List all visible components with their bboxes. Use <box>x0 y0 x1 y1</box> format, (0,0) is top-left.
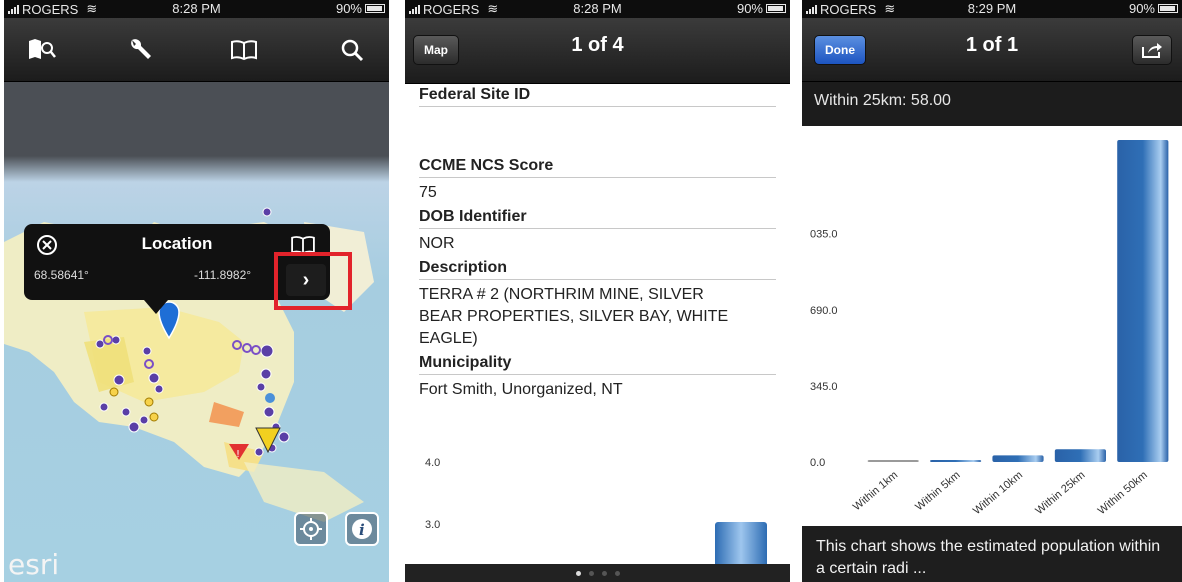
page-title: 1 of 1 <box>965 34 1019 56</box>
bar-within-5km[interactable] <box>930 460 982 462</box>
status-time: 8:29 PM <box>967 1 1017 16</box>
map-screen: ROGERS ≋ 8:28 PM 90% ! Location 68.58641… <box>4 0 389 582</box>
longitude-value: -111.8982° <box>194 268 252 282</box>
map-canvas: ! <box>4 207 374 522</box>
share-icon[interactable] <box>1132 35 1172 65</box>
bar-within-1km[interactable] <box>867 460 919 462</box>
page-dot <box>575 570 581 576</box>
callout-pointer <box>144 300 168 314</box>
x-tick-label: Within 25km <box>1033 469 1087 517</box>
population-bar-chart: 0.0345.0690.0035.0Within 1km Within 5km Wi… <box>810 140 1169 517</box>
field-value: NOR <box>419 235 455 252</box>
svg-text:!: ! <box>236 449 240 460</box>
status-bar: ROGERS ≋ 8:28 PM 90% <box>4 0 389 18</box>
battery-icon <box>766 4 786 13</box>
chart-tooltip: Within 25km: 58.00 <box>802 82 1182 126</box>
x-tick-label: Within 5km <box>913 469 962 513</box>
field-value: TERRA # 2 (NORTHRIM MINE, SILVER BEAR PR… <box>419 286 729 347</box>
status-time: 8:28 PM <box>172 1 221 16</box>
page-dot <box>614 570 620 576</box>
page-title: 1 of 4 <box>571 34 624 56</box>
battery: 90% <box>737 1 786 16</box>
svg-text:i: i <box>359 521 365 539</box>
battery-icon <box>1158 4 1178 13</box>
esri-logo: esri <box>8 548 60 581</box>
field-label: CCME NCS Score <box>419 157 776 178</box>
y-tick-label: 0.0 <box>810 457 825 469</box>
map-toolbar <box>4 18 389 82</box>
status-time: 8:28 PM <box>573 1 622 16</box>
wrench-icon[interactable] <box>122 32 158 68</box>
status-bar: ROGERS ≋ 8:29 PM 90% <box>802 0 1182 18</box>
bar-within-50km[interactable] <box>1117 140 1169 462</box>
field-label: DOB Identifier <box>419 208 776 229</box>
battery-label: 90% <box>335 1 362 16</box>
battery: 90% <box>1129 1 1178 16</box>
battery-icon <box>365 4 385 13</box>
field-value <box>419 107 776 151</box>
field-value: Fort Smith, Unorganized, NT <box>419 381 623 398</box>
bar-within-25km[interactable] <box>1054 449 1106 462</box>
book-icon[interactable] <box>226 32 262 68</box>
page-dot <box>588 570 594 576</box>
detail-screen: ROGERS ≋ 8:28 PM 90% Map 1 of 4 Federal … <box>405 0 790 582</box>
locate-icon[interactable] <box>294 512 328 546</box>
y-tick-label: 3.0 <box>425 519 441 531</box>
status-bar: ROGERS ≋ 8:28 PM 90% <box>405 0 790 18</box>
chart-navbar: Done 1 of 1 <box>802 18 1182 82</box>
latitude-value: 68.58641° <box>34 268 89 282</box>
battery-label: 90% <box>1128 1 1155 16</box>
chart-caption: This chart shows the estimated populatio… <box>802 526 1182 582</box>
search-icon[interactable] <box>334 32 370 68</box>
field-label: Description <box>419 259 776 280</box>
x-tick-label: Within 50km <box>1096 469 1150 517</box>
x-tick-label: Within 10km <box>971 469 1025 517</box>
field-label: Municipality <box>419 354 776 375</box>
y-tick-label: 035.0 <box>810 229 838 241</box>
page-dot <box>601 570 607 576</box>
y-tick-label: 345.0 <box>810 381 838 393</box>
x-tick-label: Within 1km <box>851 469 900 513</box>
bar-within-10km[interactable] <box>992 455 1044 462</box>
y-tick-label: 690.0 <box>810 305 838 317</box>
detail-navbar: Map 1 of 4 <box>405 18 790 84</box>
map-view[interactable]: ! <box>4 82 389 582</box>
battery: 90% <box>336 1 385 16</box>
info-icon[interactable]: i <box>345 512 379 546</box>
y-tick-label: 4.0 <box>425 457 441 469</box>
map-search-icon[interactable] <box>24 32 60 68</box>
field-value: 75 <box>419 184 437 201</box>
page-indicator[interactable] <box>405 564 790 582</box>
callout-title: Location <box>141 234 213 253</box>
battery-label: 90% <box>736 1 763 16</box>
chart-screen: ROGERS ≋ 8:29 PM 90% Done 1 of 1 Within … <box>802 0 1182 582</box>
highlight-box <box>274 252 352 310</box>
field-label: Federal Site ID <box>419 86 776 107</box>
attribute-list: Federal Site ID CCME NCS Score 75 DOB Id… <box>419 86 776 401</box>
